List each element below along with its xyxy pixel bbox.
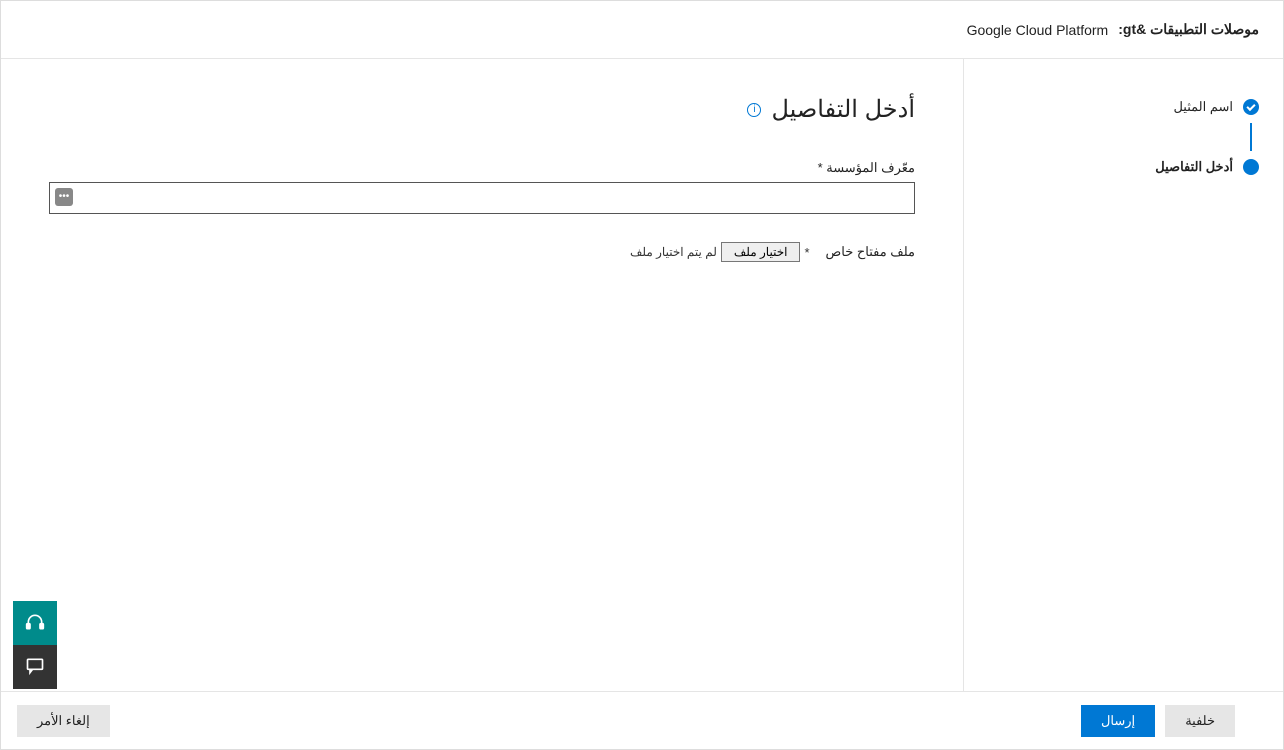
wizard-footer: خلفية إرسال إلغاء الأمر — [1, 691, 1283, 749]
autofill-icon[interactable]: ••• — [55, 188, 73, 206]
check-icon — [1243, 99, 1259, 115]
breadcrumb-current: Google Cloud Platform — [967, 22, 1109, 38]
required-mark: * — [804, 245, 809, 260]
org-id-field: معّرف المؤسسة * ••• — [49, 160, 915, 214]
org-id-label: معّرف المؤسسة * — [49, 160, 915, 176]
org-id-input[interactable] — [49, 182, 915, 214]
wizard-step-instance-name[interactable]: اسم المثيل — [988, 99, 1259, 115]
page-title-text: أدخل التفاصيل — [771, 95, 915, 124]
wizard-steps-sidebar: اسم المثيل أدخل التفاصيل — [963, 59, 1283, 691]
cancel-button[interactable]: إلغاء الأمر — [17, 705, 110, 737]
step-label: أدخل التفاصيل — [1155, 159, 1233, 175]
info-icon[interactable]: i — [747, 103, 761, 117]
breadcrumb-prefix: موصلات التطبيقات &gt: — [1118, 21, 1259, 38]
step-label: اسم المثيل — [1173, 99, 1233, 115]
step-connector — [1250, 123, 1252, 151]
private-key-field: ملف مفتاح خاص * اختيار ملف لم يتم اختيار… — [49, 242, 915, 262]
floating-actions — [13, 601, 57, 689]
private-key-label: ملف مفتاح خاص — [826, 244, 915, 260]
current-step-icon — [1243, 159, 1259, 175]
page-title: أدخل التفاصيل i — [49, 95, 915, 124]
support-button[interactable] — [13, 601, 57, 645]
page-header: موصلات التطبيقات &gt: Google Cloud Platf… — [1, 1, 1283, 59]
headset-icon — [25, 612, 45, 635]
chat-icon — [25, 656, 45, 679]
file-status-text: لم يتم اختيار ملف — [630, 245, 717, 259]
feedback-button[interactable] — [13, 645, 57, 689]
wizard-step-enter-details[interactable]: أدخل التفاصيل — [988, 159, 1259, 175]
submit-button[interactable]: إرسال — [1081, 705, 1155, 737]
main-content: أدخل التفاصيل i معّرف المؤسسة * ••• ملف … — [1, 59, 963, 691]
choose-file-button[interactable]: اختيار ملف — [721, 242, 801, 262]
back-button[interactable]: خلفية — [1165, 705, 1235, 737]
